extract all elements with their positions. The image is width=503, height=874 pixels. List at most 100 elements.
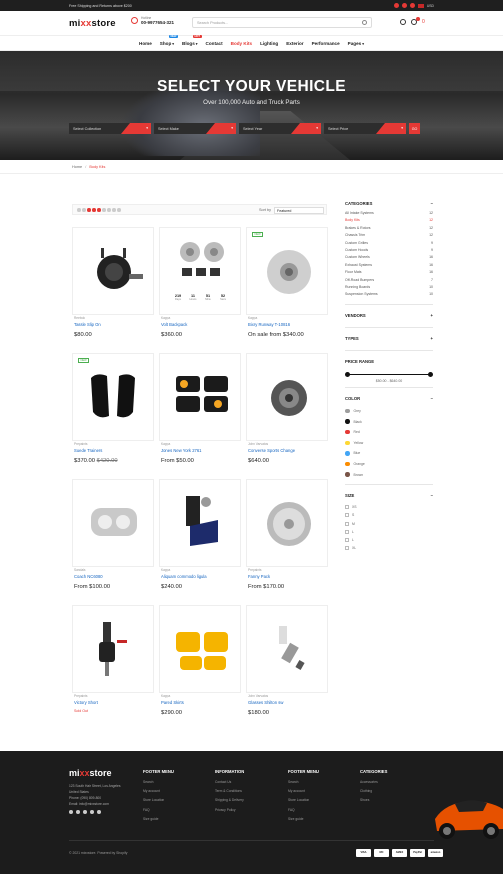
nav-item-contact[interactable]: Contact — [206, 41, 223, 46]
category-item[interactable]: Floor Mats 16 — [345, 270, 433, 277]
product-card[interactable] — [72, 227, 154, 315]
footer-link[interactable]: Accessories — [360, 780, 387, 789]
product-name[interactable]: Coach NC6080 — [74, 574, 156, 579]
collapse-icon[interactable]: – — [431, 396, 433, 401]
types-heading[interactable]: TYPES + — [345, 334, 433, 346]
color-option[interactable]: Blue — [345, 448, 433, 459]
footer-link[interactable]: Search — [143, 780, 174, 789]
category-item[interactable]: Chassis Trim 12 — [345, 233, 433, 240]
nav-item-shop[interactable]: Shop ▾ NEW — [160, 34, 179, 46]
color-option[interactable]: Red — [345, 427, 433, 438]
search-icon[interactable] — [362, 20, 367, 25]
category-item[interactable]: Brakes & Rotors 12 — [345, 226, 433, 233]
view-8-icon[interactable] — [112, 208, 116, 212]
slider-max-handle[interactable] — [428, 371, 433, 377]
product-name[interactable]: Victory Short — [74, 700, 156, 705]
category-item[interactable]: Custom Hoods 9 — [345, 248, 433, 255]
size-heading[interactable]: SIZE – — [345, 491, 433, 503]
product-card[interactable]: NEW — [72, 353, 154, 441]
color-swatch[interactable] — [345, 408, 350, 414]
nav-item-home[interactable]: Home — [139, 41, 152, 46]
view-5-icon[interactable] — [97, 208, 101, 212]
wishlist-icon[interactable] — [393, 3, 399, 8]
product-image[interactable] — [73, 480, 153, 568]
footer-link[interactable]: My account — [143, 789, 174, 798]
footer-link[interactable]: FAQ — [288, 808, 319, 817]
color-option[interactable]: Brown — [345, 469, 433, 480]
product-name[interactable]: Volt Backpack — [161, 322, 243, 327]
color-heading[interactable]: COLOR – — [345, 394, 433, 406]
product-card[interactable]: 219 Days 11 Hours 51 Mins 52 Secs — [159, 227, 241, 315]
product-image[interactable] — [160, 228, 240, 316]
view-3-icon[interactable] — [87, 208, 91, 212]
view-4-icon[interactable] — [92, 208, 96, 212]
category-item[interactable]: Custom Grilles 9 — [345, 241, 433, 248]
product-card[interactable]: NEW — [246, 227, 328, 315]
color-swatch[interactable] — [345, 419, 350, 424]
nav-item-blogs[interactable]: Blogs ▾ HOT — [182, 34, 202, 46]
account-icon[interactable] — [409, 3, 415, 8]
product-name[interactable]: Pared Skirts — [161, 700, 243, 705]
checkbox[interactable] — [345, 504, 349, 509]
select-select-make[interactable]: Select Make ▾ — [154, 123, 236, 134]
footer-link[interactable]: Clothing — [360, 789, 387, 798]
category-item[interactable]: Exhaust Systems 16 — [345, 263, 433, 270]
youtube-icon[interactable] — [97, 810, 101, 814]
category-item[interactable]: Suspension Systems 10 — [345, 292, 433, 299]
hotline-number[interactable]: 00-9977654-321 — [141, 20, 174, 25]
nav-item-performance[interactable]: Performance — [312, 41, 340, 46]
checkbox[interactable] — [345, 529, 349, 534]
product-name[interactable]: Suede Trainers — [74, 448, 156, 453]
product-name[interactable]: Bixry Runway T-10816 — [248, 322, 330, 327]
search-input[interactable]: Search Products... — [192, 17, 372, 28]
product-card[interactable] — [246, 605, 328, 693]
view-2-icon[interactable] — [82, 208, 86, 212]
checkbox[interactable] — [345, 521, 349, 526]
categories-heading[interactable]: CATEGORIES – — [345, 199, 433, 211]
vendors-heading[interactable]: VENDORS + — [345, 311, 433, 323]
user-icon[interactable] — [400, 19, 406, 25]
footer-logo[interactable]: mixxstore — [69, 768, 112, 778]
product-image[interactable] — [247, 228, 327, 316]
size-option[interactable]: XS — [345, 503, 433, 511]
product-image[interactable] — [160, 354, 240, 442]
go-button[interactable]: GO — [409, 123, 420, 134]
collapse-icon[interactable]: – — [431, 493, 433, 498]
slider-min-handle[interactable] — [345, 371, 350, 377]
product-image[interactable] — [247, 480, 327, 568]
color-swatch[interactable] — [345, 461, 350, 467]
product-image[interactable] — [160, 606, 240, 694]
footer-link[interactable]: Size guide — [288, 817, 319, 826]
select-select-year[interactable]: Select Year ▾ — [239, 123, 321, 134]
product-name[interactable]: Aliquam commodo ligula — [161, 574, 243, 579]
instagram-icon[interactable] — [90, 810, 94, 814]
sort-select[interactable]: Featured — [274, 206, 324, 214]
category-item[interactable]: Body Kits 12 — [345, 218, 433, 225]
expand-icon[interactable]: + — [431, 313, 433, 318]
twitter-icon[interactable] — [76, 810, 80, 814]
expand-icon[interactable]: + — [431, 336, 433, 341]
breadcrumb-home[interactable]: Home — [72, 165, 82, 169]
view-1-icon[interactable] — [77, 208, 81, 212]
product-card[interactable] — [246, 353, 328, 441]
footer-link[interactable]: FAQ — [143, 808, 174, 817]
checkbox[interactable] — [345, 513, 349, 518]
nav-item-pages[interactable]: Pages ▾ — [348, 41, 364, 46]
view-7-icon[interactable] — [107, 208, 111, 212]
color-option[interactable]: Black — [345, 416, 433, 427]
product-image[interactable] — [247, 606, 327, 694]
collapse-icon[interactable]: – — [431, 201, 433, 206]
footer-link[interactable]: Term & Conditions — [215, 789, 244, 798]
color-swatch[interactable] — [345, 440, 350, 446]
color-option[interactable]: Yellow — [345, 437, 433, 448]
product-name[interactable]: Tassle Slip On — [74, 322, 156, 327]
nav-item-exterior[interactable]: Exterior — [286, 41, 303, 46]
product-card[interactable] — [72, 605, 154, 693]
category-item[interactable]: All Intake Systems 12 — [345, 211, 433, 218]
product-image[interactable] — [73, 354, 153, 442]
footer-link[interactable]: Store Location — [288, 798, 319, 807]
footer-link[interactable]: Contact Us — [215, 780, 244, 789]
select-select-collection[interactable]: Select Collection ▾ — [69, 123, 151, 134]
size-option[interactable]: M — [345, 519, 433, 527]
product-name[interactable]: Converse Sports Change — [248, 448, 330, 453]
